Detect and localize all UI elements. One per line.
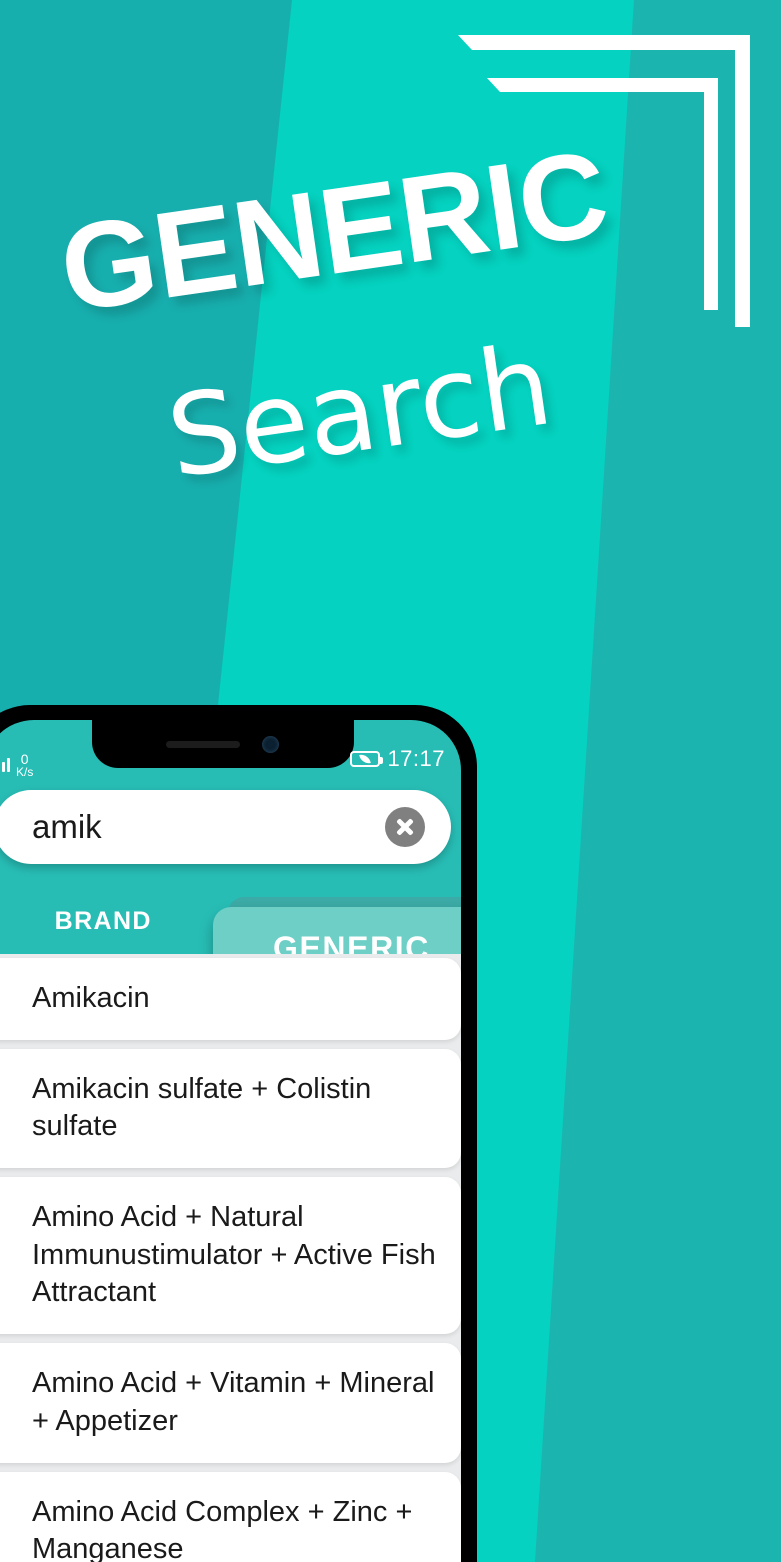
tab-brand[interactable]: BRAND	[0, 907, 223, 936]
clear-circle-x-icon[interactable]	[385, 807, 425, 847]
status-bar: 0 K/s 17:17	[0, 720, 461, 783]
battery-saver-leaf-icon	[350, 751, 384, 767]
search-input[interactable]: amik	[0, 790, 451, 864]
front-camera-icon	[262, 735, 279, 753]
network-speed-unit: K/s	[16, 764, 34, 779]
phone-screen: 0 K/s 17:17 amik BRAND GENERIC Amikacin …	[0, 720, 461, 1562]
list-item[interactable]: Amikacin sulfate + Colistin sulfate	[0, 1048, 461, 1169]
search-input-value: amik	[32, 808, 102, 845]
network-speed-indicator: 0 K/s	[16, 752, 33, 778]
tab-bar: BRAND GENERIC	[0, 888, 461, 989]
list-item[interactable]: Amino Acid Complex + Zinc + Manganese	[0, 1471, 461, 1562]
status-clock: 17:17	[387, 746, 445, 771]
earpiece-speaker-icon	[166, 740, 240, 748]
list-item[interactable]: Amino Acid + Natural Immunustimulator + …	[0, 1177, 461, 1335]
signal-bars-icon	[0, 757, 10, 772]
phone-mockup: 0 K/s 17:17 amik BRAND GENERIC Amikacin …	[0, 705, 477, 1562]
status-bar-right: 17:17	[350, 746, 445, 772]
leaf-icon	[359, 753, 372, 765]
status-bar-left: 0 K/s	[0, 726, 33, 778]
phone-notch	[91, 720, 354, 768]
results-list[interactable]: Amikacin Amikacin sulfate + Colistin sul…	[0, 954, 461, 1562]
search-bar-container: amik	[0, 790, 461, 876]
list-item[interactable]: Amikacin	[0, 958, 461, 1040]
list-item[interactable]: Amino Acid + Vitamin + Mineral + Appetiz…	[0, 1343, 461, 1463]
network-speed-value: 0	[20, 750, 29, 767]
corner-bracket-icon	[458, 35, 750, 327]
